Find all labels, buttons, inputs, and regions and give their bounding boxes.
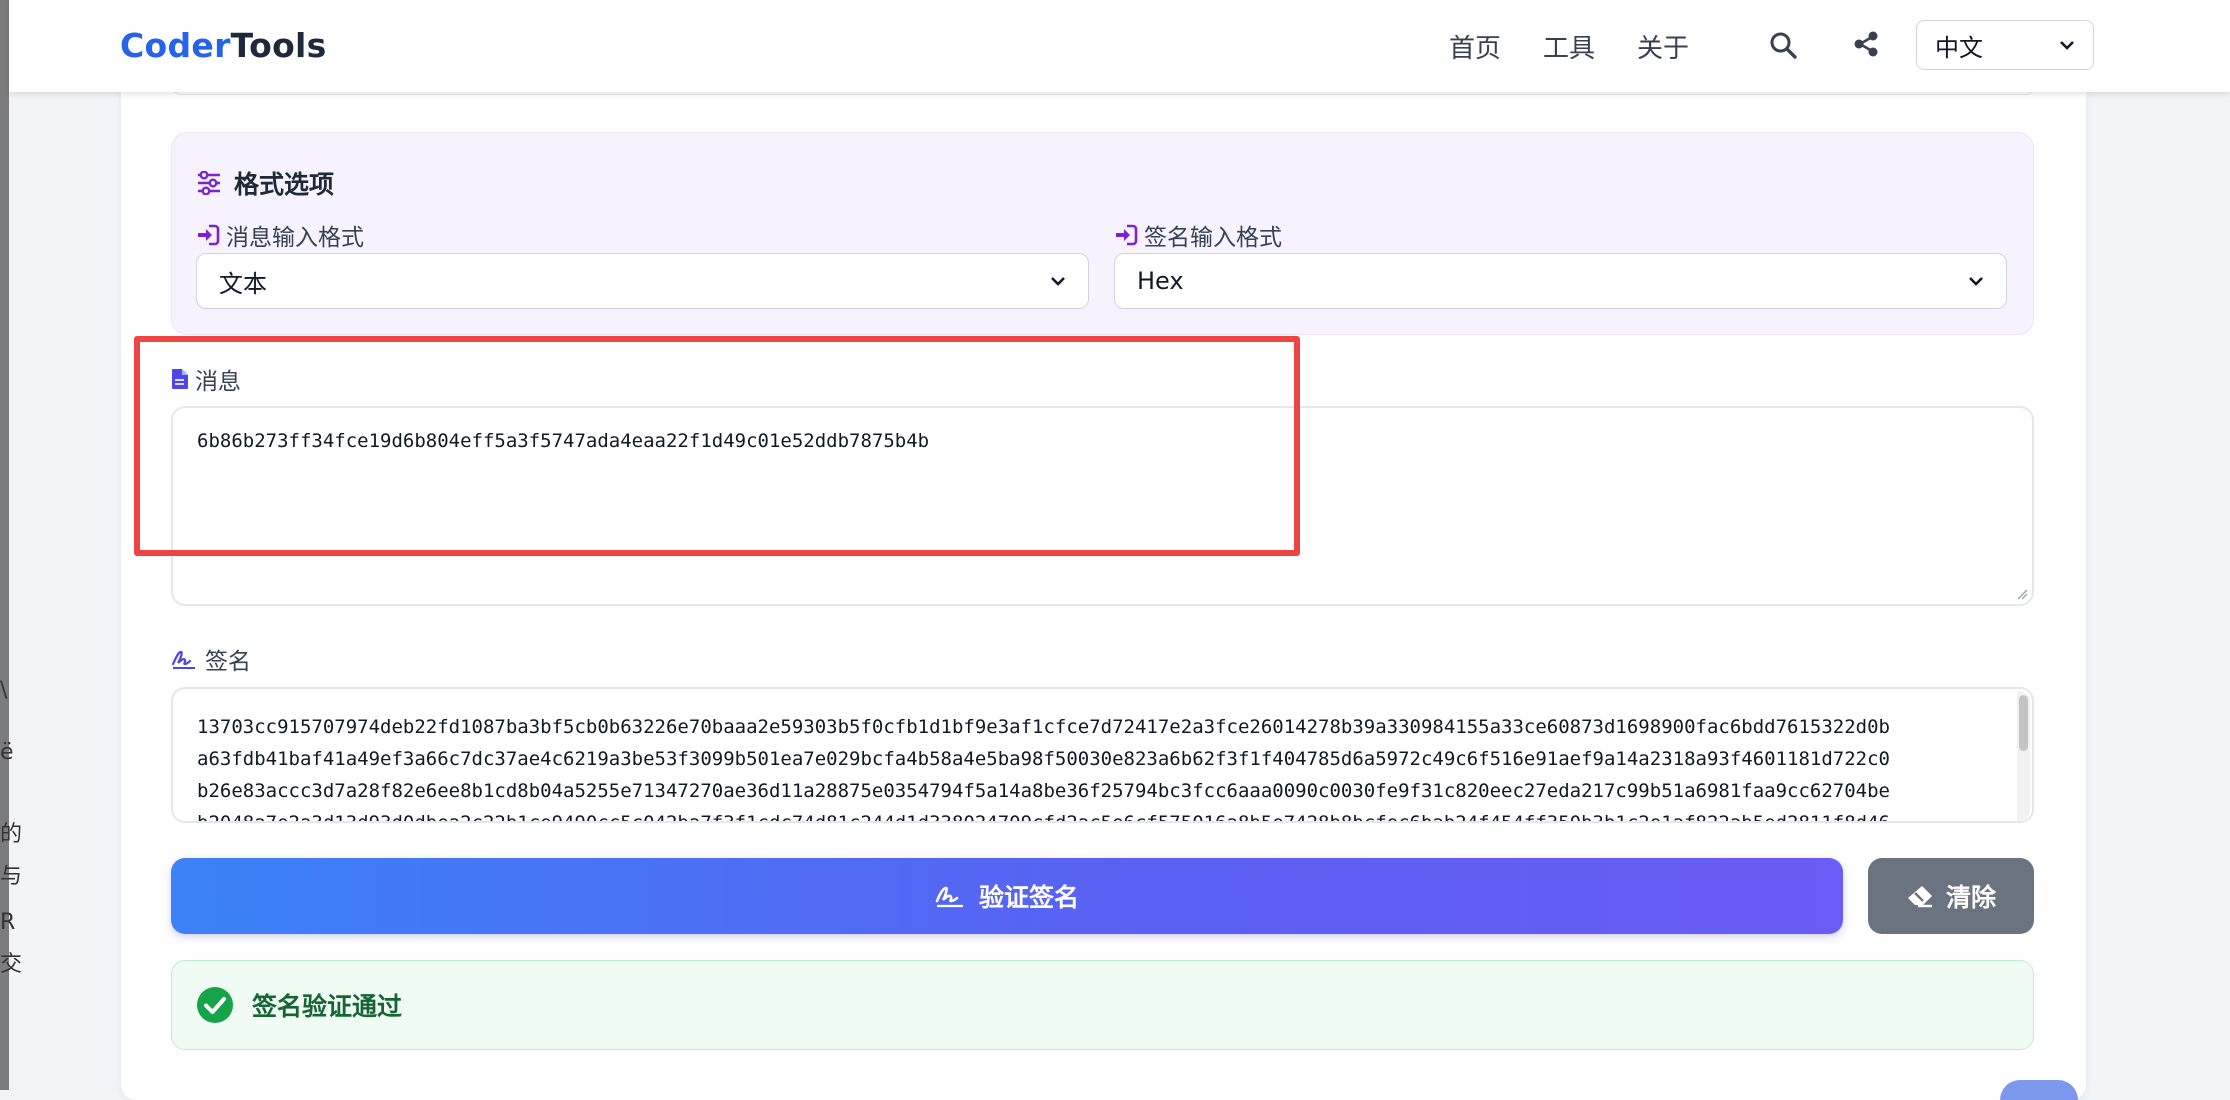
result-text: 签名验证通过 bbox=[252, 992, 403, 1021]
resize-handle-icon[interactable] bbox=[2016, 588, 2028, 600]
logo-part-2: Tools bbox=[230, 26, 327, 65]
message-label: 消息 bbox=[171, 362, 241, 396]
fragment: 的 bbox=[0, 822, 23, 847]
language-value: 中文 bbox=[1935, 33, 1983, 62]
message-value: 6b86b273ff34fce19d6b804eff5a3f5747ada4ea… bbox=[197, 430, 930, 452]
format-options-title: 格式选项 bbox=[196, 165, 334, 201]
nav-links: 首页 工具 关于 bbox=[1449, 28, 1689, 65]
search-icon[interactable] bbox=[1768, 30, 1798, 60]
format-options-title-text: 格式选项 bbox=[234, 170, 335, 199]
file-icon bbox=[172, 369, 188, 389]
fragment: R bbox=[0, 910, 16, 935]
scrollbar-thumb[interactable] bbox=[2019, 695, 2028, 751]
sign-in-icon bbox=[1116, 224, 1138, 246]
verification-result: 签名验证通过 bbox=[171, 960, 2034, 1050]
floating-button-edge[interactable] bbox=[2000, 1080, 2078, 1100]
chevron-down-icon bbox=[2060, 41, 2074, 50]
signature-format-label-text: 签名输入格式 bbox=[1144, 225, 1282, 251]
signature-icon bbox=[171, 650, 195, 669]
clear-button[interactable]: 清除 bbox=[1868, 858, 2034, 934]
nav-link-about[interactable]: 关于 bbox=[1637, 28, 1689, 65]
fragment: 与 bbox=[0, 864, 23, 889]
main-card: 格式选项 消息输入格式 文本 签名输入格式 Hex 消息 6b86b273ff3… bbox=[121, 60, 2086, 1100]
signature-line: 13703cc915707974deb22fd1087ba3bf5cb0b632… bbox=[197, 716, 1890, 738]
message-format-value: 文本 bbox=[219, 269, 267, 298]
clear-button-label: 清除 bbox=[1945, 883, 1996, 912]
signature-icon bbox=[935, 886, 963, 908]
signature-format-label: 签名输入格式 bbox=[1114, 218, 1282, 252]
sign-in-icon bbox=[198, 224, 220, 246]
fragment: ё bbox=[0, 740, 14, 765]
fragment: 交 bbox=[0, 952, 23, 977]
nav-link-tools[interactable]: 工具 bbox=[1543, 28, 1595, 65]
logo-part-1: Coder bbox=[120, 26, 231, 65]
logo[interactable]: CoderTools bbox=[120, 26, 327, 65]
signature-line: a63fdb41baf41a49ef3a66c7dc37ae4c6219a3be… bbox=[197, 748, 1890, 770]
signature-label: 签名 bbox=[171, 642, 251, 676]
fragment: \ bbox=[0, 678, 8, 703]
sliders-icon bbox=[198, 171, 220, 195]
message-textarea[interactable]: 6b86b273ff34fce19d6b804eff5a3f5747ada4ea… bbox=[171, 406, 2034, 606]
format-options-panel: 格式选项 消息输入格式 文本 签名输入格式 Hex bbox=[171, 132, 2034, 335]
language-select[interactable]: 中文 bbox=[1916, 20, 2094, 70]
message-format-select[interactable]: 文本 bbox=[196, 253, 1089, 309]
message-label-text: 消息 bbox=[195, 369, 241, 395]
eraser-icon bbox=[1907, 886, 1932, 908]
chevron-down-icon bbox=[1969, 277, 1983, 286]
verify-signature-button[interactable]: 验证签名 bbox=[171, 858, 1843, 934]
check-circle-icon bbox=[197, 987, 233, 1023]
signature-format-value: Hex bbox=[1137, 267, 1184, 295]
signature-line: b26e83accc3d7a28f82e6ee8b1cd8b04a5255e71… bbox=[197, 780, 1890, 802]
top-navbar: CoderTools 首页 工具 关于 中文 bbox=[9, 0, 2230, 92]
signature-line: b2048a7e2a3d13d93d0dbea2c22b1ce9490cc5c0… bbox=[197, 812, 1890, 823]
nav-link-home[interactable]: 首页 bbox=[1449, 28, 1501, 65]
message-format-label-text: 消息输入格式 bbox=[226, 225, 364, 251]
signature-format-select[interactable]: Hex bbox=[1114, 253, 2007, 309]
share-icon[interactable] bbox=[1852, 30, 1882, 60]
chevron-down-icon bbox=[1051, 277, 1065, 286]
signature-textarea[interactable]: 13703cc915707974deb22fd1087ba3bf5cb0b632… bbox=[171, 687, 2034, 823]
verify-button-label: 验证签名 bbox=[978, 883, 1079, 912]
signature-label-text: 签名 bbox=[205, 649, 251, 675]
signature-scrollbar[interactable] bbox=[2017, 691, 2030, 821]
message-format-label: 消息输入格式 bbox=[196, 218, 364, 252]
